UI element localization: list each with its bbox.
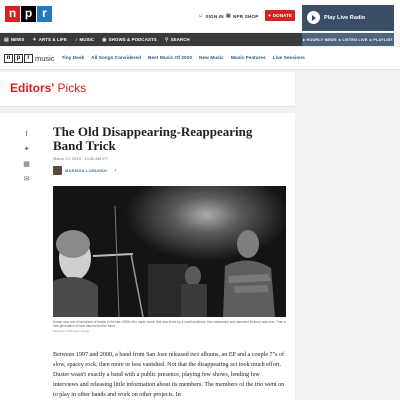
music-logo-letter-p: p [14, 53, 23, 63]
play-icon[interactable] [307, 11, 320, 24]
music-logo-letter-r: r [24, 53, 33, 63]
live-radio-player[interactable]: Play Live Radio [302, 5, 394, 31]
nav-item-news[interactable]: ▤ NEWS [4, 37, 24, 43]
subnav-all-songs-considered[interactable]: All Songs Considered [91, 56, 141, 61]
nav-label: SEARCH [170, 37, 190, 42]
user-icon: ☺ [198, 13, 204, 19]
logo-letter-p: p [21, 6, 36, 22]
band-photo-illustration [53, 186, 286, 317]
nav-label: MUSIC [79, 37, 95, 42]
photo-caption: Duster was one of hundreds of bands in t… [53, 320, 286, 328]
shop-bag-icon: ▣ [226, 13, 231, 19]
subnav-live-sessions[interactable]: Live Sessions [273, 56, 305, 61]
author-link[interactable]: MARISSA LORUSSO [65, 168, 107, 173]
author-twitter-icon[interactable]: ✦ [113, 168, 117, 174]
newspaper-icon: ▤ [4, 36, 9, 43]
listen-live-link[interactable]: ▸ LISTEN LIVE [339, 37, 368, 42]
npr-logo[interactable]: n p r [5, 6, 53, 22]
main-nav: ▤ NEWS ✦ ARTS & LIFE ♪ MUSIC ◉ SHOWS & P… [0, 33, 302, 46]
sign-in-label: SIGN IN [205, 13, 224, 19]
playlist-link[interactable]: ▸ PLAYLIST [370, 37, 393, 42]
subnav-tiny-desk[interactable]: Tiny Desk [62, 56, 85, 61]
arts-icon: ✦ [32, 36, 37, 43]
nav-item-shows-podcasts[interactable]: ◉ SHOWS & PODCASTS [102, 37, 157, 43]
article-photo [53, 186, 286, 317]
playlist-label: PLAYLIST [373, 38, 393, 42]
nav-edge [300, 33, 302, 46]
email-icon[interactable]: ✉ [23, 176, 30, 183]
music-logo-word: music [35, 53, 55, 63]
podcast-icon: ◉ [102, 36, 107, 43]
nav-label: NEWS [10, 37, 25, 42]
search-icon: ⚲ [164, 36, 169, 43]
nav-item-arts-life[interactable]: ✦ ARTS & LIFE [32, 37, 66, 43]
nav-item-search[interactable]: ⚲ SEARCH [165, 37, 190, 43]
section-title[interactable]: Editors' Picks [10, 81, 86, 95]
heart-icon: ♥ [268, 13, 271, 18]
listen-live-label: LISTEN LIVE [342, 38, 368, 42]
donate-button[interactable]: ♥ DONATE [265, 10, 295, 21]
nav-item-music[interactable]: ♪ MUSIC [75, 37, 94, 43]
facebook-icon[interactable]: f [23, 131, 30, 138]
hourly-news-label: HOURLY NEWS [306, 38, 337, 42]
player-links: ▸ HOURLY NEWS ▸ LISTEN LIVE ▸ PLAYLIST [302, 33, 394, 46]
logo-letter-r: r [37, 6, 52, 22]
sign-in-link[interactable]: ☺ SIGN IN [198, 13, 224, 19]
subnav-new-music[interactable]: New Music [199, 56, 224, 61]
music-logo-letter-n: n [4, 53, 13, 63]
article-body: Between 1997 and 2000, a band from San J… [53, 352, 285, 398]
section-title-bold: Editors' [10, 81, 55, 95]
npr-shop-label: NPR SHOP [232, 13, 259, 19]
article-title: The Old Disappearing-Reappearing Band Tr… [53, 124, 253, 153]
npr-music-logo[interactable]: n p r music [4, 53, 55, 63]
flipboard-icon[interactable]: ▦ [23, 161, 30, 168]
donate-label: DONATE [272, 13, 292, 18]
music-subnav: n p r music Tiny Desk All Songs Consider… [0, 47, 400, 70]
twitter-icon[interactable]: ✦ [23, 146, 30, 153]
article-date: March 22, 2019 · 10:30 AM ET [53, 156, 108, 161]
hourly-news-link[interactable]: ▸ HOURLY NEWS [303, 37, 337, 42]
photo-credit: Courtesy of Numero Group [53, 329, 90, 333]
logo-letter-n: n [5, 6, 20, 22]
subnav-music-features[interactable]: Music Features [231, 56, 266, 61]
npr-shop-link[interactable]: ▣ NPR SHOP [226, 13, 259, 19]
section-header: Editors' Picks [0, 72, 295, 107]
nav-label: SHOWS & PODCASTS [108, 37, 157, 42]
music-note-icon: ♪ [74, 36, 78, 43]
author-avatar [53, 166, 62, 175]
player-title: Play Live Radio [324, 15, 366, 21]
byline: MARISSA LORUSSO ✦ [53, 166, 117, 175]
nav-label: ARTS & LIFE [38, 37, 67, 42]
article-card: f ✦ ▦ ✉ The Old Disappearing-Reappearing… [0, 113, 295, 400]
section-title-light: Picks [57, 81, 87, 95]
subnav-best-music-2020[interactable]: Best Music Of 2020 [148, 56, 192, 61]
